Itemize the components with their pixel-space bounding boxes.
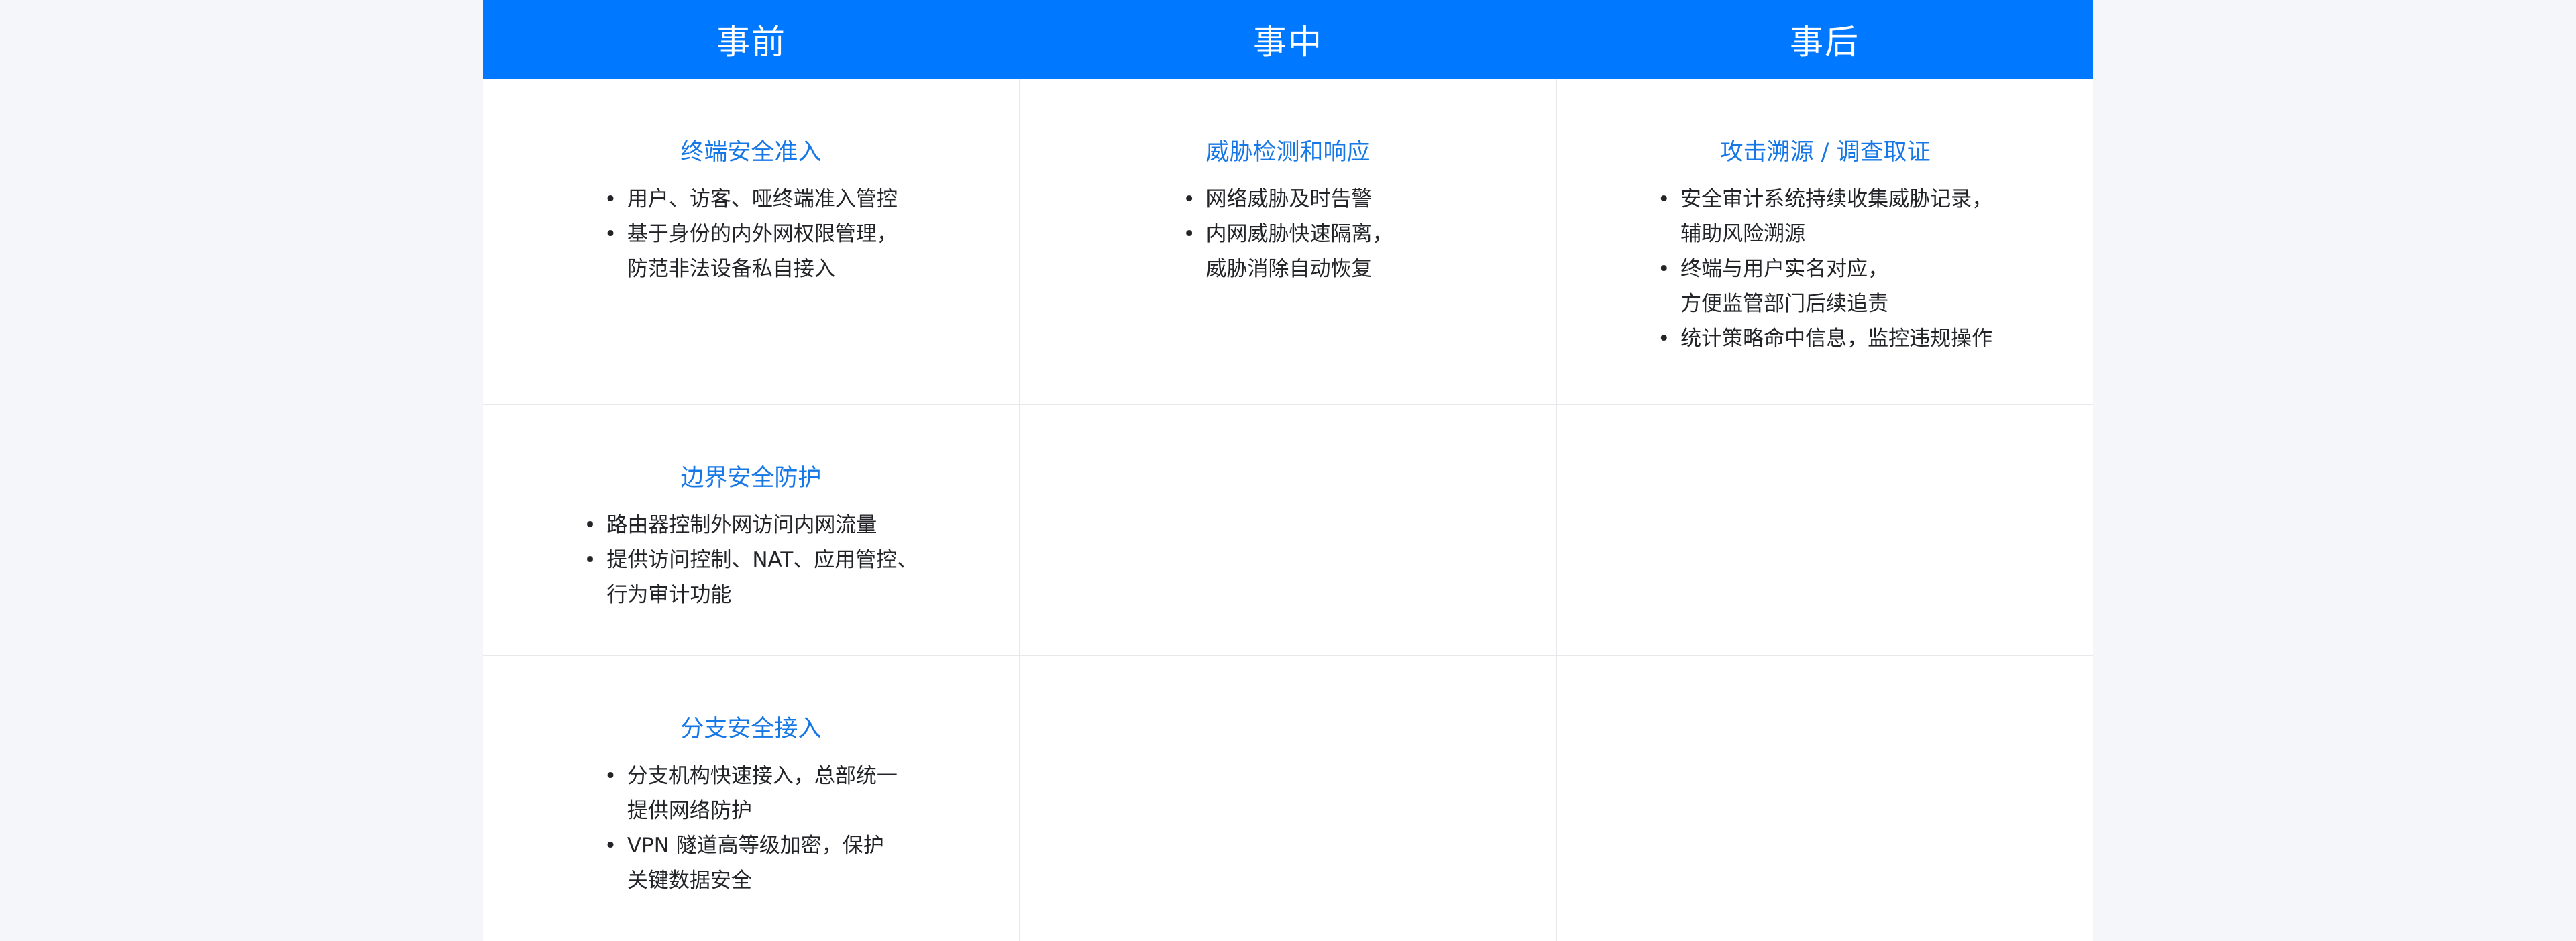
- table-header: 事前 事中 事后: [483, 0, 2093, 79]
- header-during: 事中: [1253, 23, 1323, 62]
- list-item: • 终端与用户实名对应， 方便监管部门后续追责: [1658, 252, 1992, 321]
- bullet-icon: •: [604, 834, 617, 858]
- empty-cell: [1556, 656, 2093, 941]
- table-row: 分支安全接入 • 分支机构快速接入，总部统一 提供网络防护 • VPN 隧道高等级加…: [483, 655, 2093, 941]
- list-item: • 提供访问控制、NAT、应用管控、 行为审计功能: [584, 543, 918, 612]
- list-item: • 路由器控制外网访问内网流量: [584, 508, 918, 543]
- section-title: 威胁检测和响应: [1205, 139, 1371, 166]
- bullet-icon: •: [1658, 187, 1670, 211]
- bullet-icon: •: [604, 187, 617, 211]
- section-title: 分支安全接入: [680, 716, 822, 742]
- list-item: • 内网威胁快速隔离， 威胁消除自动恢复: [1183, 217, 1393, 286]
- header-after: 事后: [1790, 23, 1860, 62]
- feature-list: • 路由器控制外网访问内网流量 • 提供访问控制、NAT、应用管控、 行为审计功能: [584, 508, 918, 612]
- empty-cell: [1018, 405, 1556, 655]
- header-before: 事前: [716, 23, 786, 62]
- cell-during-threat: 威胁检测和响应 • 网络威胁及时告警 • 内网威胁快速隔离， 威胁消除自动恢复: [1018, 79, 1556, 404]
- bullet-icon: •: [1183, 222, 1195, 246]
- cell-before-branch: 分支安全接入 • 分支机构快速接入，总部统一 提供网络防护 • VPN 隧道高等级加…: [483, 656, 1019, 941]
- bullet-icon: •: [584, 548, 596, 572]
- feature-list: • 用户、访客、哑终端准入管控 • 基于身份的内外网权限管理， 防范非法设备私自接入: [604, 182, 898, 286]
- bullet-icon: •: [1183, 187, 1195, 211]
- section-title: 边界安全防护: [680, 465, 822, 492]
- empty-cell: [1556, 405, 2093, 655]
- bullet-icon: •: [584, 513, 596, 537]
- section-title: 终端安全准入: [680, 139, 822, 166]
- feature-list: • 分支机构快速接入，总部统一 提供网络防护 • VPN 隧道高等级加密，保护 关键…: [604, 759, 898, 898]
- table-row: 终端安全准入 • 用户、访客、哑终端准入管控 • 基于身份的内外网权限管理， 防范非…: [483, 79, 2093, 404]
- bullet-icon: •: [1658, 327, 1670, 351]
- cell-before-endpoint: 终端安全准入 • 用户、访客、哑终端准入管控 • 基于身份的内外网权限管理， 防范非…: [483, 79, 1019, 404]
- feature-list: • 网络威胁及时告警 • 内网威胁快速隔离， 威胁消除自动恢复: [1183, 182, 1393, 286]
- empty-cell: [1018, 656, 1556, 941]
- security-phase-table: 事前 事中 事后 终端安全准入 • 用户、访客、哑终端准入管控 • 基于身份的内外网…: [483, 0, 2093, 941]
- bullet-icon: •: [604, 764, 617, 788]
- feature-list: • 安全审计系统持续收集威胁记录， 辅助风险溯源 • 终端与用户实名对应， 方便监管…: [1658, 182, 1992, 356]
- list-item: • 用户、访客、哑终端准入管控: [604, 182, 898, 217]
- list-item: • 网络威胁及时告警: [1183, 182, 1393, 217]
- cell-after-forensics: 攻击溯源 / 调查取证 • 安全审计系统持续收集威胁记录， 辅助风险溯源 • 终端与…: [1556, 79, 2093, 404]
- cell-before-perimeter: 边界安全防护 • 路由器控制外网访问内网流量 • 提供访问控制、NAT、应用管控、 …: [483, 405, 1019, 655]
- list-item: • 统计策略命中信息，监控违规操作: [1658, 321, 1992, 356]
- list-item: • VPN 隧道高等级加密，保护 关键数据安全: [604, 828, 898, 898]
- list-item: • 安全审计系统持续收集威胁记录， 辅助风险溯源: [1658, 182, 1992, 252]
- section-title: 攻击溯源 / 调查取证: [1719, 139, 1931, 166]
- bullet-icon: •: [604, 222, 617, 246]
- table-row: 边界安全防护 • 路由器控制外网访问内网流量 • 提供访问控制、NAT、应用管控、 …: [483, 404, 2093, 655]
- list-item: • 分支机构快速接入，总部统一 提供网络防护: [604, 759, 898, 828]
- list-item: • 基于身份的内外网权限管理， 防范非法设备私自接入: [604, 217, 898, 286]
- bullet-icon: •: [1658, 257, 1670, 281]
